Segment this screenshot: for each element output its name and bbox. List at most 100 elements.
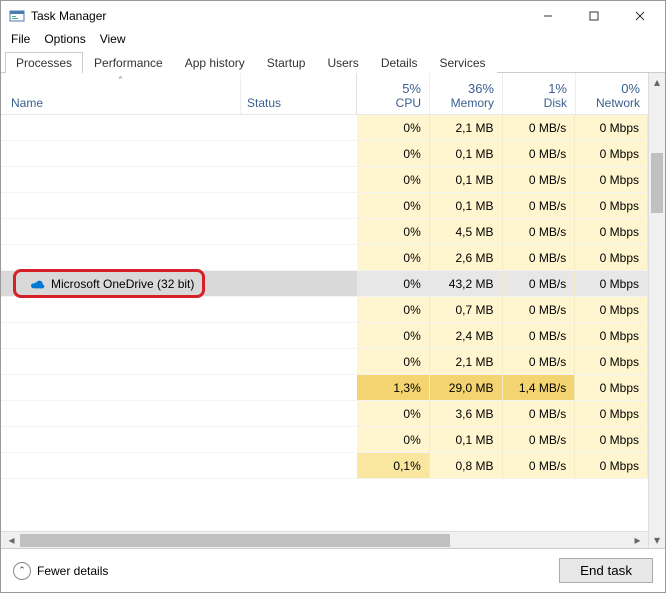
cell-cpu: 0,1%	[357, 453, 430, 478]
table-row[interactable]: 0%0,1 MB0 MB/s0 Mbps	[1, 141, 648, 167]
table-row[interactable]: 0%0,7 MB0 MB/s0 Mbps	[1, 297, 648, 323]
process-name-cell	[1, 172, 241, 188]
column-header-memory[interactable]: 36% Memory	[430, 73, 503, 114]
process-icon	[29, 302, 45, 318]
table-row[interactable]: 0%0,1 MB0 MB/s0 Mbps	[1, 193, 648, 219]
column-header-network[interactable]: 0% Network	[576, 73, 648, 114]
process-icon	[29, 432, 45, 448]
cell-disk: 1,4 MB/s	[503, 375, 576, 400]
cell-cpu: 1,3%	[357, 375, 430, 400]
table-row[interactable]: 0%2,1 MB0 MB/s0 Mbps	[1, 349, 648, 375]
menu-options[interactable]: Options	[44, 32, 85, 46]
process-name-cell	[1, 250, 241, 266]
menu-file[interactable]: File	[11, 32, 30, 46]
cell-disk: 0 MB/s	[503, 349, 576, 374]
table-body: 0%2,1 MB0 MB/s0 Mbps0%0,1 MB0 MB/s0 Mbps…	[1, 115, 648, 531]
table-row[interactable]: 0,1%0,8 MB0 MB/s0 Mbps	[1, 453, 648, 479]
cell-cpu: 0%	[357, 219, 430, 244]
cell-net: 0 Mbps	[575, 141, 648, 166]
process-icon	[29, 120, 45, 136]
scroll-down-icon[interactable]: ▾	[649, 531, 665, 548]
table-row[interactable]: 0%3,6 MB0 MB/s0 Mbps	[1, 401, 648, 427]
cell-cpu: 0%	[357, 401, 430, 426]
table-row[interactable]: 0%0,1 MB0 MB/s0 Mbps	[1, 167, 648, 193]
tab-details[interactable]: Details	[370, 52, 429, 73]
cell-disk: 0 MB/s	[503, 401, 576, 426]
fewer-details-button[interactable]: ⌃ Fewer details	[13, 562, 108, 580]
cell-disk: 0 MB/s	[503, 297, 576, 322]
table-row[interactable]: 0%0,1 MB0 MB/s0 Mbps	[1, 427, 648, 453]
table-row[interactable]: 0%4,5 MB0 MB/s0 Mbps	[1, 219, 648, 245]
cell-disk: 0 MB/s	[503, 427, 576, 452]
vertical-scroll-thumb[interactable]	[651, 153, 663, 213]
window-minimize-button[interactable]	[525, 1, 571, 31]
cell-net: 0 Mbps	[575, 453, 648, 478]
window-close-button[interactable]	[617, 1, 663, 31]
cell-disk: 0 MB/s	[503, 271, 576, 296]
window-titlebar: Task Manager	[1, 1, 665, 31]
menu-view[interactable]: View	[100, 32, 126, 46]
column-header-cpu[interactable]: 5% CPU	[357, 73, 430, 114]
cell-disk: 0 MB/s	[503, 453, 576, 478]
horizontal-scrollbar[interactable]: ◂ ▸	[1, 531, 648, 548]
process-name-cell	[1, 328, 241, 344]
cell-mem: 0,1 MB	[430, 193, 503, 218]
process-name-cell	[1, 302, 241, 318]
cell-disk: 0 MB/s	[503, 167, 576, 192]
tab-startup[interactable]: Startup	[256, 52, 317, 73]
process-name-cell	[1, 198, 241, 214]
vertical-scrollbar[interactable]: ▴ ▾	[648, 73, 665, 548]
tab-app-history[interactable]: App history	[174, 52, 256, 73]
cell-net: 0 Mbps	[575, 115, 648, 140]
column-header-disk[interactable]: 1% Disk	[503, 73, 576, 114]
column-header-name[interactable]: ⌃ Name	[1, 73, 241, 114]
cell-net: 0 Mbps	[575, 167, 648, 192]
tab-services[interactable]: Services	[429, 52, 497, 73]
cell-mem: 0,8 MB	[430, 453, 503, 478]
horizontal-scroll-thumb[interactable]	[20, 534, 450, 547]
table-row[interactable]: 0%2,6 MB0 MB/s0 Mbps	[1, 245, 648, 271]
cell-net: 0 Mbps	[575, 193, 648, 218]
table-row[interactable]: Microsoft OneDrive (32 bit)0%43,2 MB0 MB…	[1, 271, 648, 297]
tab-performance[interactable]: Performance	[83, 52, 174, 73]
process-icon	[29, 146, 45, 162]
column-header-status[interactable]: Status	[241, 73, 357, 114]
cell-cpu: 0%	[357, 141, 430, 166]
table-row[interactable]: 0%2,4 MB0 MB/s0 Mbps	[1, 323, 648, 349]
cell-mem: 0,1 MB	[430, 167, 503, 192]
process-name-cell	[1, 380, 241, 396]
cell-disk: 0 MB/s	[503, 323, 576, 348]
process-icon	[29, 380, 45, 396]
cell-cpu: 0%	[357, 271, 430, 296]
cell-mem: 3,6 MB	[430, 401, 503, 426]
process-icon	[29, 250, 45, 266]
process-name-cell	[1, 406, 241, 422]
tab-users[interactable]: Users	[316, 52, 369, 73]
window-maximize-button[interactable]	[571, 1, 617, 31]
process-name-cell	[1, 432, 241, 448]
cell-cpu: 0%	[357, 297, 430, 322]
onedrive-icon	[29, 276, 45, 292]
cell-cpu: 0%	[357, 427, 430, 452]
process-icon	[29, 224, 45, 240]
process-icon	[29, 354, 45, 370]
cell-cpu: 0%	[357, 349, 430, 374]
cell-net: 0 Mbps	[575, 375, 648, 400]
cell-mem: 0,1 MB	[430, 427, 503, 452]
process-name-cell	[1, 354, 241, 370]
scroll-up-icon[interactable]: ▴	[649, 73, 665, 90]
scroll-left-icon[interactable]: ◂	[3, 533, 20, 547]
cell-cpu: 0%	[357, 323, 430, 348]
cell-mem: 0,1 MB	[430, 141, 503, 166]
cell-cpu: 0%	[357, 167, 430, 192]
table-row[interactable]: 1,3%29,0 MB1,4 MB/s0 Mbps	[1, 375, 648, 401]
process-name-cell	[1, 120, 241, 136]
process-icon	[29, 458, 45, 474]
cell-disk: 0 MB/s	[503, 115, 576, 140]
table-row[interactable]: 0%2,1 MB0 MB/s0 Mbps	[1, 115, 648, 141]
cell-mem: 43,2 MB	[430, 271, 503, 296]
tab-processes[interactable]: Processes	[5, 52, 83, 73]
end-task-button[interactable]: End task	[559, 558, 653, 583]
scroll-right-icon[interactable]: ▸	[629, 533, 646, 547]
cell-cpu: 0%	[357, 115, 430, 140]
